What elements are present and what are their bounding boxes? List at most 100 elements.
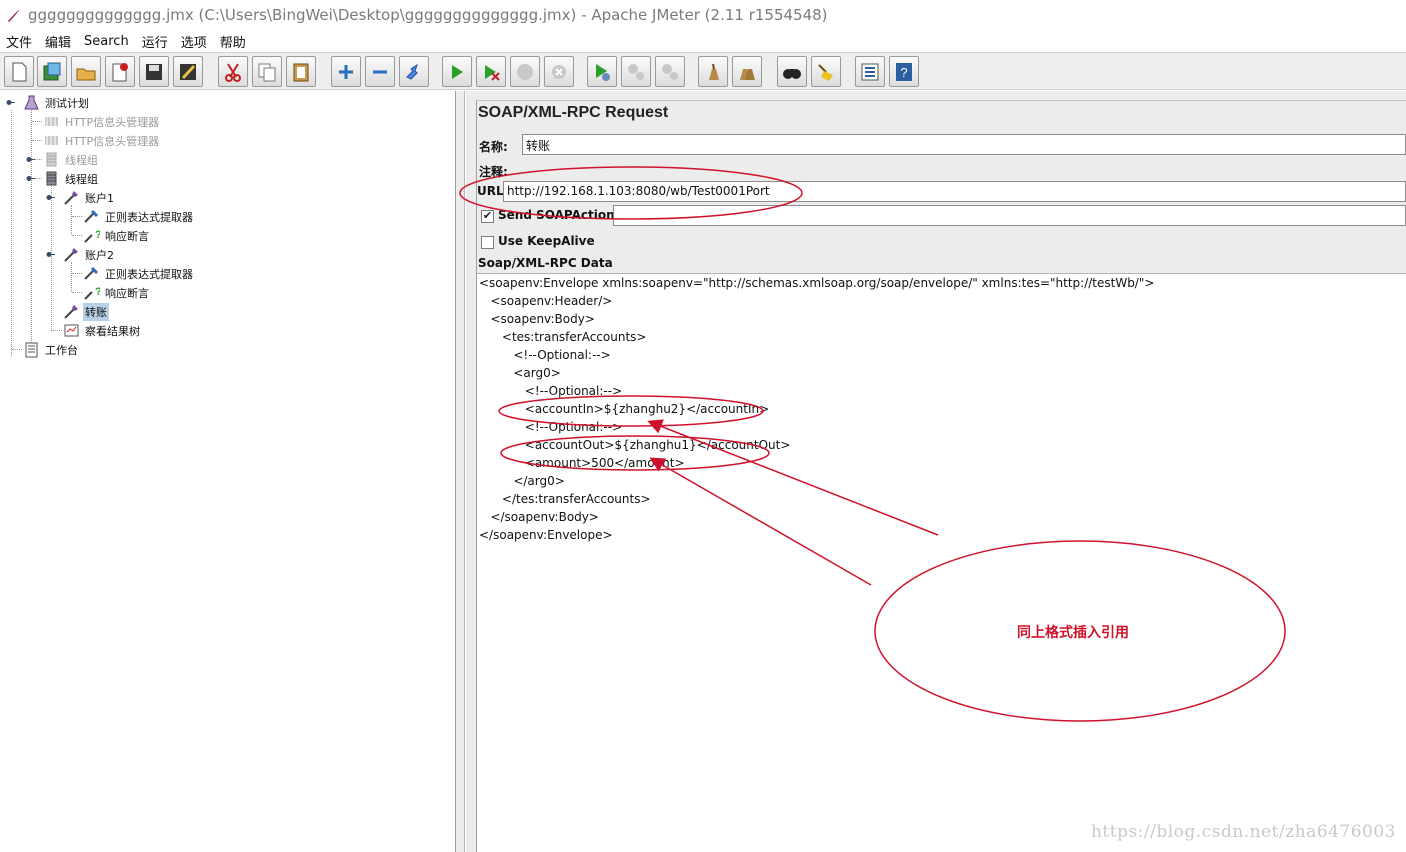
test-plan-tree[interactable]: 测试计划 HTTP信息头管理器 HTTP信息头管理器 线程组 线程组 账户1 正… — [0, 91, 456, 852]
split-pane-divider[interactable] — [456, 91, 465, 852]
send-soapaction-checkbox[interactable]: ✔ — [481, 210, 494, 223]
close-icon — [112, 62, 128, 81]
open-icon — [76, 68, 96, 80]
xml-line: <accountOut>${zhanghu1}</accountOut> — [479, 438, 791, 452]
menu-help[interactable]: 帮助 — [220, 32, 246, 51]
soap-data-textarea[interactable]: <soapenv:Envelope xmlns:soapenv="http://… — [477, 273, 1406, 852]
thread-group-icon — [46, 171, 57, 186]
clear-all-icon — [740, 68, 755, 80]
svg-text:?: ? — [95, 286, 100, 298]
toggle-button[interactable] — [399, 56, 429, 87]
remote-stop-all-button[interactable] — [621, 56, 651, 87]
expand-all-button[interactable] — [331, 56, 361, 87]
tree-item-thread-group[interactable]: 线程组 — [43, 150, 100, 169]
sampler-icon — [64, 191, 78, 205]
copy-button[interactable] — [252, 56, 282, 87]
save-button[interactable] — [139, 56, 169, 87]
remote-shutdown-all-button[interactable] — [655, 56, 685, 87]
clear-icon — [709, 63, 719, 80]
xml-line: </tes:transferAccounts> — [479, 492, 651, 506]
tree-item-http-header-manager[interactable]: HTTP信息头管理器 — [43, 112, 161, 131]
start-icon — [452, 64, 463, 79]
assertion-icon: ? — [84, 229, 100, 243]
open-button[interactable] — [71, 56, 101, 87]
use-keepalive-label: Use KeepAlive — [498, 234, 595, 248]
search-button[interactable] — [777, 56, 807, 87]
xml-line: </arg0> — [479, 474, 565, 488]
cut-icon — [225, 62, 241, 82]
tree-item-sampler-transfer[interactable]: 转账 — [63, 302, 109, 321]
tree-item-regex-extractor[interactable]: 正则表达式提取器 — [83, 264, 195, 283]
xml-line: </soapenv:Body> — [479, 510, 599, 524]
new-button[interactable] — [4, 56, 34, 87]
menu-run[interactable]: 运行 — [142, 32, 168, 51]
search-icon — [783, 68, 801, 79]
soap-data-label: Soap/XML-RPC Data — [478, 256, 613, 270]
clear-button[interactable] — [698, 56, 728, 87]
tree-item-response-assertion[interactable]: ? 响应断言 — [83, 226, 151, 245]
paste-button[interactable] — [286, 56, 316, 87]
menu-search[interactable]: Search — [84, 34, 129, 49]
xml-line: <!--Optional:--> — [479, 420, 623, 434]
test-plan-icon — [24, 95, 39, 110]
reset-search-icon — [818, 63, 833, 81]
svg-text:?: ? — [95, 229, 100, 241]
templates-icon — [43, 62, 61, 80]
name-label: 名称: — [479, 140, 508, 154]
config-element-icon — [45, 117, 58, 126]
start-no-pauses-button[interactable] — [476, 56, 506, 87]
start-button[interactable] — [442, 56, 472, 87]
function-helper-button[interactable] — [855, 56, 885, 87]
workbench-icon — [25, 342, 38, 358]
jmeter-feather-icon — [8, 9, 20, 22]
stop-button[interactable] — [510, 56, 540, 87]
tree-item-sampler-account1[interactable]: 账户1 — [63, 188, 116, 207]
function-helper-icon — [861, 63, 879, 80]
expand-handle-icon[interactable] — [46, 193, 55, 202]
listener-icon — [64, 324, 79, 337]
comment-label: 注释: — [479, 165, 508, 179]
post-processor-icon — [84, 209, 99, 223]
tree-item-regex-extractor[interactable]: 正则表达式提取器 — [83, 207, 195, 226]
window-title: gggggggggggggg.jmx (C:\Users\BingWei\Des… — [28, 6, 828, 24]
tree-item-http-header-manager[interactable]: HTTP信息头管理器 — [43, 131, 161, 150]
new-icon — [12, 62, 27, 81]
expand-handle-icon[interactable] — [46, 250, 55, 259]
tree-item-view-results-tree[interactable]: 察看结果树 — [63, 321, 142, 340]
soapaction-field[interactable] — [613, 205, 1406, 226]
clear-all-button[interactable] — [732, 56, 762, 87]
tree-item-workbench[interactable]: 工作台 — [23, 340, 80, 359]
title-bar: gggggggggggggg.jmx (C:\Users\BingWei\Des… — [0, 0, 1406, 30]
expand-handle-icon[interactable] — [26, 174, 35, 183]
close-file-button[interactable] — [105, 56, 135, 87]
menu-edit[interactable]: 编辑 — [45, 32, 71, 51]
xml-line: <arg0> — [479, 366, 561, 380]
shutdown-icon — [552, 64, 566, 79]
menu-options[interactable]: 选项 — [181, 32, 207, 51]
cut-button[interactable] — [218, 56, 248, 87]
url-label: URL — [477, 184, 504, 198]
name-field[interactable]: 转账 — [522, 134, 1406, 155]
shutdown-button[interactable] — [544, 56, 574, 87]
xml-line: </soapenv:Envelope> — [479, 528, 613, 542]
reset-search-button[interactable] — [811, 56, 841, 87]
expand-handle-icon[interactable] — [6, 98, 15, 107]
use-keepalive-checkbox[interactable] — [481, 236, 494, 249]
collapse-all-button[interactable] — [365, 56, 395, 87]
remote-shutdown-icon — [662, 63, 678, 80]
svg-text:?: ? — [900, 65, 907, 80]
tree-item-thread-group[interactable]: 线程组 — [43, 169, 100, 188]
tree-item-test-plan[interactable]: 测试计划 — [23, 93, 91, 112]
save-screenshot-button[interactable] — [173, 56, 203, 87]
templates-button[interactable] — [37, 56, 67, 87]
menu-file[interactable]: 文件 — [6, 32, 32, 51]
tree-item-response-assertion[interactable]: ? 响应断言 — [83, 283, 151, 302]
toggle-icon — [406, 63, 418, 80]
collapse-handle-icon[interactable] — [26, 155, 35, 164]
url-field[interactable]: http://192.168.1.103:8080/wb/Test0001Por… — [503, 181, 1406, 202]
help-button[interactable]: ? — [889, 56, 919, 87]
tree-item-sampler-account2[interactable]: 账户2 — [63, 245, 116, 264]
paste-icon — [293, 63, 309, 81]
remote-start-all-button[interactable] — [587, 56, 617, 87]
xml-line: <amount>500</amount> — [479, 456, 685, 470]
